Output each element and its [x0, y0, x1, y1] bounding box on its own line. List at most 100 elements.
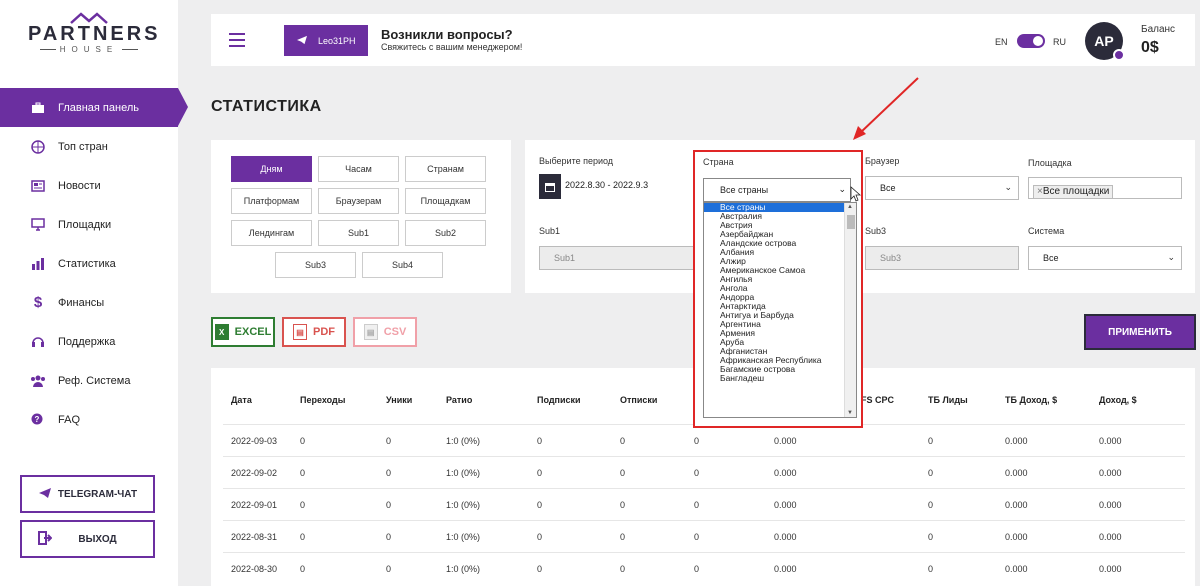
group-by-hours-button[interactable]: Часам: [318, 156, 399, 182]
col-header-clicks[interactable]: Переходы: [300, 395, 345, 405]
country-option-selected[interactable]: Все страны: [704, 203, 846, 212]
group-by-sub1-button[interactable]: Sub1: [318, 220, 399, 246]
country-option[interactable]: Аруба: [704, 338, 846, 347]
manager-telegram-button[interactable]: Leo31PH: [284, 25, 368, 56]
table-cell: 0: [386, 564, 392, 574]
sidebar-item-referral[interactable]: Реф. Система: [0, 361, 178, 400]
chart-icon: [30, 256, 46, 272]
sub3-input[interactable]: Sub3: [865, 246, 1019, 270]
group-by-browsers-button[interactable]: Браузерам: [318, 188, 399, 214]
sidebar: PARTNERS HOUSE Главная панель Топ стран …: [0, 0, 188, 586]
sidebar-item-finance[interactable]: $ Финансы: [0, 283, 178, 322]
system-select[interactable]: Все ⌄: [1028, 246, 1182, 270]
country-option[interactable]: Андорра: [704, 293, 846, 302]
pdf-icon: ▤: [293, 324, 307, 340]
col-header-unsubscriptions[interactable]: Отписки: [620, 395, 657, 405]
scroll-up-icon[interactable]: ▲: [847, 204, 853, 210]
group-by-days-button[interactable]: Дням: [231, 156, 312, 182]
telegram-chat-label: TELEGRAM-ЧАТ: [57, 488, 138, 500]
country-option[interactable]: Алжир: [704, 257, 846, 266]
country-option[interactable]: Австралия: [704, 212, 846, 221]
export-excel-button[interactable]: X EXCEL: [211, 317, 275, 347]
table-row: 2022-09-03 0 0 1:0 (0%) 0 0 0 0.000 0 0.000 0.000: [223, 424, 1185, 456]
col-header-subscriptions[interactable]: Подписки: [537, 395, 581, 405]
group-by-countries-button[interactable]: Странам: [405, 156, 486, 182]
col-header-tb-income[interactable]: ТБ Доход, $: [1005, 395, 1057, 405]
sidebar-item-sites[interactable]: Площадки: [0, 205, 178, 244]
dollar-icon: $: [33, 294, 43, 311]
col-header-tb-leads[interactable]: ТБ Лиды: [928, 395, 968, 405]
logout-label: ВЫХОД: [78, 533, 117, 545]
country-option[interactable]: Антигуа и Барбуда: [704, 311, 846, 320]
col-header-income[interactable]: Доход, $: [1099, 395, 1137, 405]
col-header-date[interactable]: Дата: [231, 395, 252, 405]
period-input[interactable]: 2022.8.30 - 2022.9.3: [565, 180, 648, 190]
browser-select[interactable]: Все ⌄: [865, 176, 1019, 200]
country-option[interactable]: Азербайджан: [704, 230, 846, 239]
chevron-down-icon: ⌄: [838, 184, 846, 194]
calendar-icon[interactable]: [539, 174, 561, 199]
language-toggle[interactable]: [1017, 34, 1045, 48]
newspaper-icon: [30, 178, 46, 194]
telegram-chat-button[interactable]: TELEGRAM-ЧАТ: [20, 475, 155, 513]
brand-logo[interactable]: PARTNERS HOUSE: [28, 12, 158, 62]
lang-en-label[interactable]: EN: [995, 37, 1008, 47]
country-option[interactable]: Бангладеш: [704, 374, 846, 383]
table-cell: 0: [928, 436, 934, 446]
col-header-ratio[interactable]: Ратио: [446, 395, 472, 405]
dropdown-scrollbar[interactable]: ▲ ▼: [844, 203, 856, 417]
country-option[interactable]: Афганистан: [704, 347, 846, 356]
col-header-fs-cpc[interactable]: FS CPC: [861, 395, 894, 405]
country-option[interactable]: Албания: [704, 248, 846, 257]
group-by-sub4-button[interactable]: Sub4: [362, 252, 443, 278]
country-options-list[interactable]: Все страны Австралия Австрия Азербайджан Ала…: [703, 202, 857, 418]
group-by-platforms-button[interactable]: Платформам: [231, 188, 312, 214]
table-cell: 0: [537, 532, 543, 542]
sidebar-item-news[interactable]: Новости: [0, 166, 178, 205]
sidebar-item-label: Финансы: [58, 296, 105, 309]
sidebar-item-top-countries[interactable]: Топ стран: [0, 127, 178, 166]
sidebar-item-faq[interactable]: ? FAQ: [0, 400, 178, 439]
table-cell: 0: [694, 532, 700, 542]
telegram-icon: [296, 35, 308, 47]
sub1-input[interactable]: Sub1: [539, 246, 699, 270]
scrollbar-thumb[interactable]: [847, 215, 855, 229]
scroll-down-icon[interactable]: ▼: [847, 410, 853, 416]
country-option[interactable]: Ангилья: [704, 275, 846, 284]
group-by-landings-button[interactable]: Лендингам: [231, 220, 312, 246]
sidebar-item-statistics[interactable]: Статистика: [0, 244, 178, 283]
lang-ru-label[interactable]: RU: [1053, 37, 1066, 47]
country-select[interactable]: Все страны ⌄: [703, 178, 851, 202]
country-option[interactable]: Аландские острова: [704, 239, 846, 248]
col-header-uniques[interactable]: Уники: [386, 395, 412, 405]
apply-button[interactable]: ПРИМЕНИТЬ: [1084, 314, 1196, 350]
sub3-placeholder: Sub3: [880, 253, 902, 263]
group-by-sub3-button[interactable]: Sub3: [275, 252, 356, 278]
manager-tag: Leo31PH: [318, 35, 356, 46]
table-row: 2022-08-30 0 0 1:0 (0%) 0 0 0 0.000 0 0.000 0.000: [223, 552, 1185, 584]
site-multiselect[interactable]: ×Все площадки: [1028, 177, 1182, 199]
export-pdf-button[interactable]: ▤ PDF: [282, 317, 346, 347]
table-cell: 0: [620, 436, 626, 446]
country-option[interactable]: Американское Самоа: [704, 266, 846, 275]
country-option[interactable]: Антарктида: [704, 302, 846, 311]
country-option[interactable]: Ангола: [704, 284, 846, 293]
chevron-down-icon: ⌄: [1004, 182, 1012, 192]
table-cell: 0.000: [1005, 532, 1028, 542]
site-tag[interactable]: ×Все площадки: [1033, 185, 1114, 199]
country-option[interactable]: Армения: [704, 329, 846, 338]
table-cell: 0.000: [1005, 564, 1028, 574]
group-by-sites-button[interactable]: Площадкам: [405, 188, 486, 214]
country-option[interactable]: Австрия: [704, 221, 846, 230]
logout-button[interactable]: ВЫХОД: [20, 520, 155, 558]
sidebar-item-support[interactable]: Поддержка: [0, 322, 178, 361]
country-option[interactable]: Африканская Республика: [704, 356, 846, 365]
group-by-sub2-button[interactable]: Sub2: [405, 220, 486, 246]
country-option[interactable]: Аргентина: [704, 320, 846, 329]
country-option[interactable]: Багамские острова: [704, 365, 846, 374]
country-filter-highlight: Страна Все страны ⌄ Все страны Австралия А…: [693, 150, 863, 428]
table-cell: 0: [386, 500, 392, 510]
sidebar-item-dashboard[interactable]: Главная панель: [0, 88, 188, 127]
export-csv-button[interactable]: ▤ CSV: [353, 317, 417, 347]
menu-icon[interactable]: [229, 33, 245, 47]
